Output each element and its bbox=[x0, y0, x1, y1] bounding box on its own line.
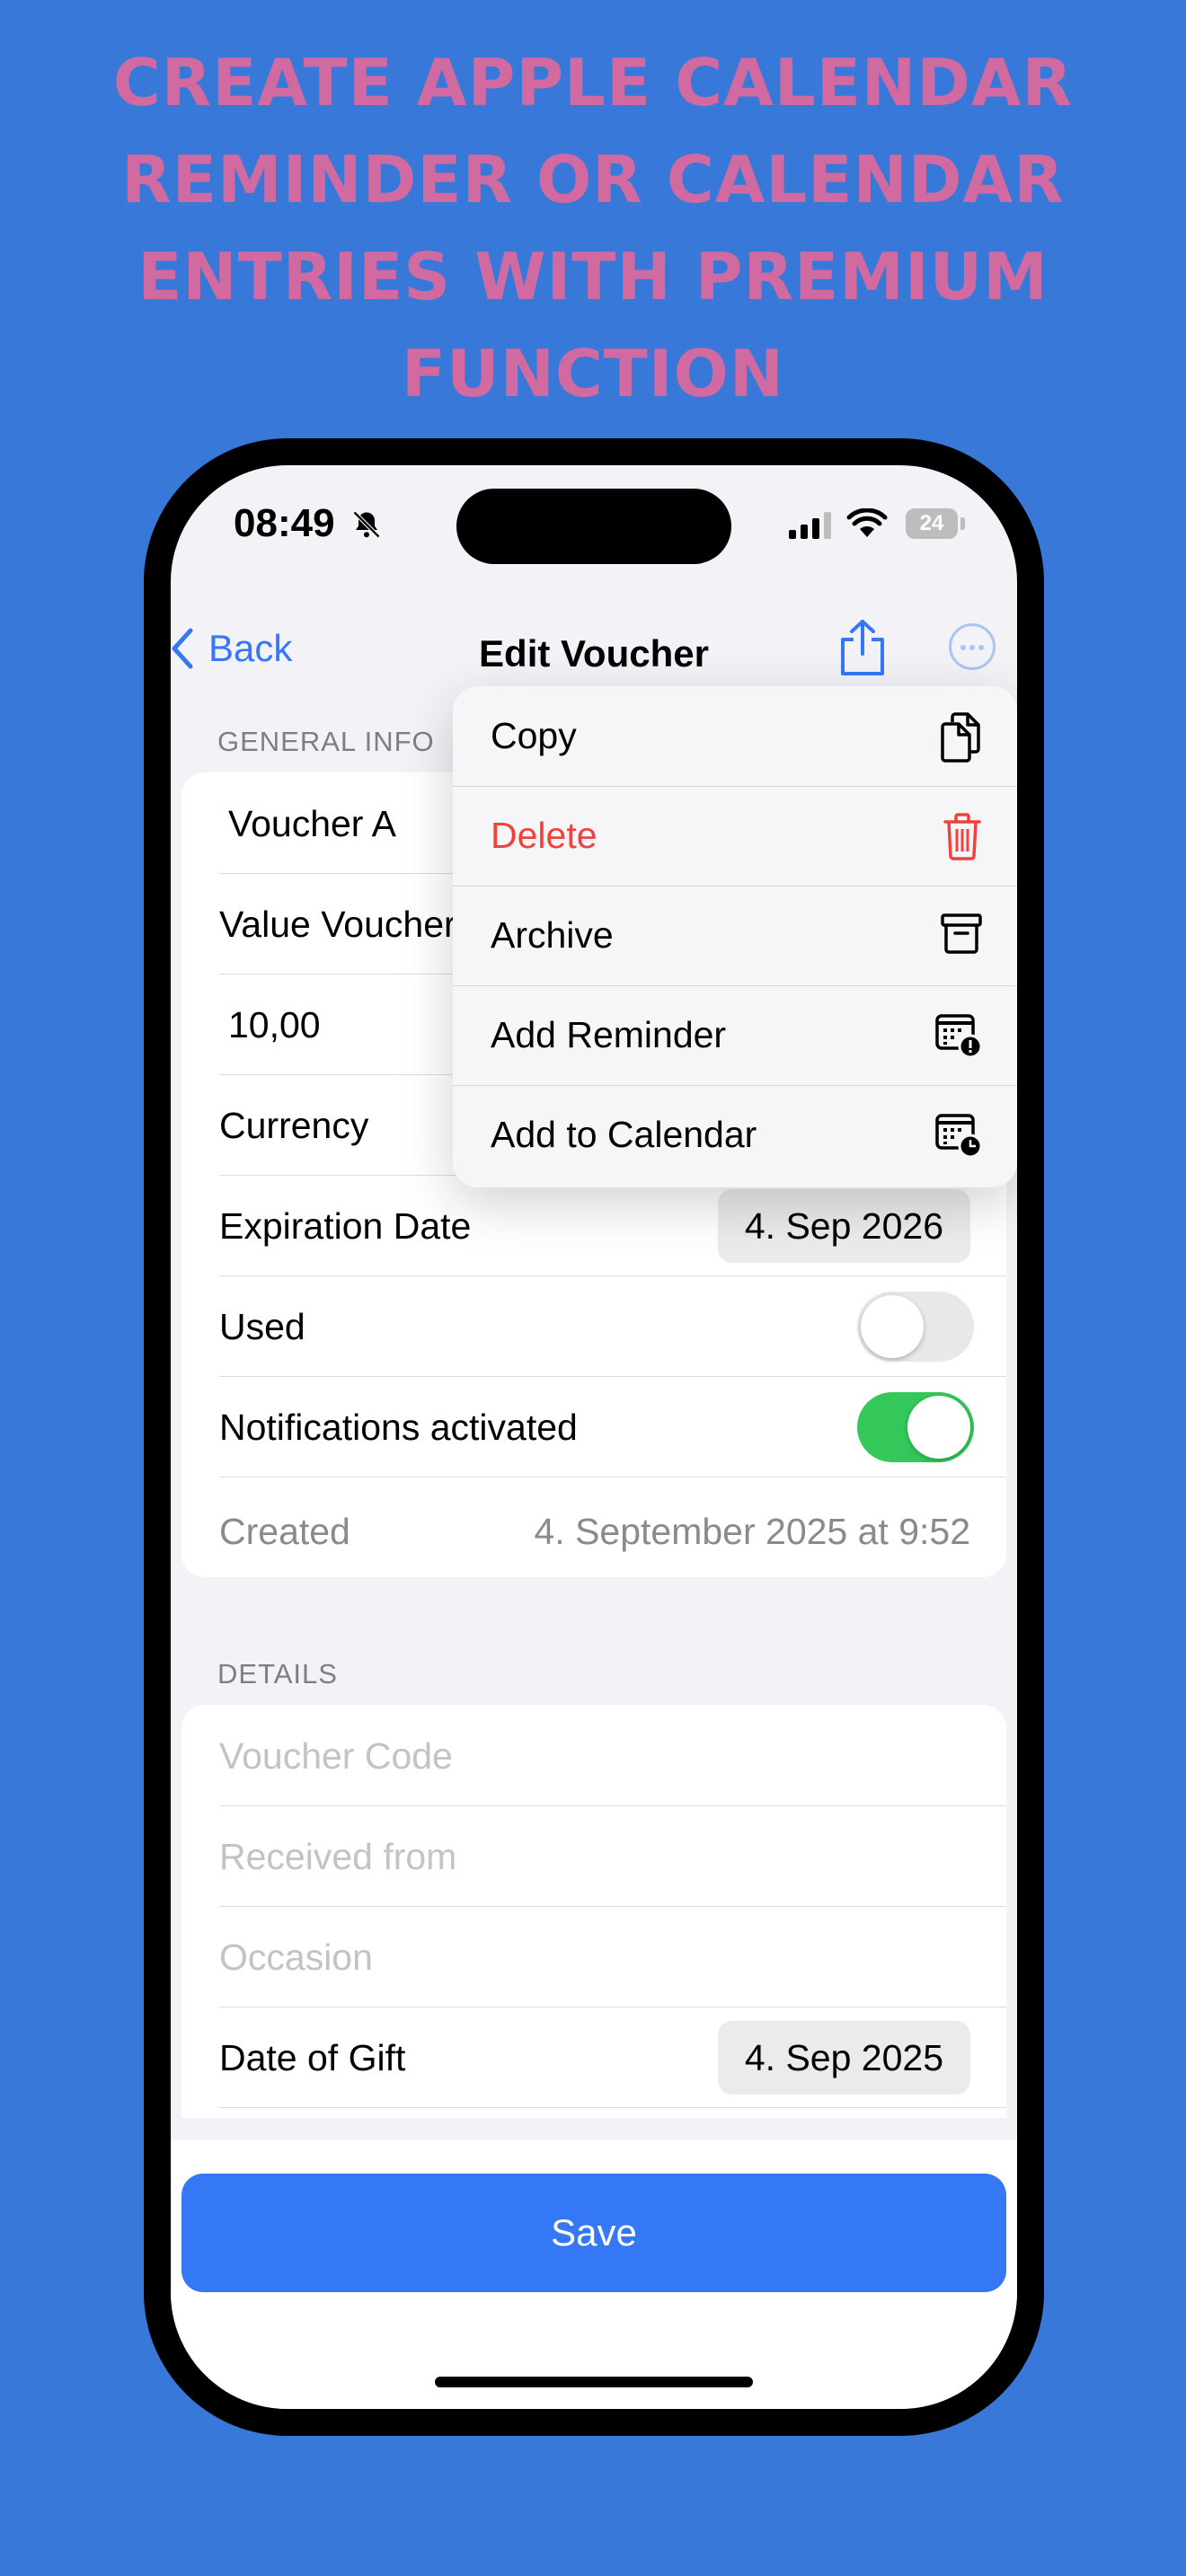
archive-icon bbox=[941, 913, 982, 954]
voucher-name-value: Voucher A bbox=[228, 803, 396, 844]
menu-item-delete[interactable]: Delete bbox=[453, 786, 1017, 887]
received-from-field[interactable]: Received from bbox=[219, 1805, 1006, 1907]
amount-value: 10,00 bbox=[228, 1004, 321, 1045]
notifications-row: Notifications activated bbox=[219, 1376, 1006, 1478]
battery-tip bbox=[960, 517, 965, 530]
share-icon[interactable] bbox=[837, 618, 888, 677]
voucher-code-field[interactable]: Voucher Code bbox=[219, 1705, 1006, 1806]
calendar-clock-icon bbox=[935, 1114, 983, 1159]
menu-item-archive[interactable]: Archive bbox=[453, 886, 1017, 986]
copy-icon bbox=[941, 712, 980, 763]
menu-item-label: Copy bbox=[491, 715, 577, 756]
created-value: 4. September 2025 at 9:52 bbox=[534, 1511, 970, 1552]
toggle-knob bbox=[861, 1295, 924, 1358]
gift-date-label: Date of Gift bbox=[219, 2037, 406, 2078]
signal-icon bbox=[789, 512, 831, 539]
created-row: Created 4. September 2025 at 9:52 bbox=[219, 1477, 1006, 1577]
received-from-placeholder: Received from bbox=[219, 1836, 457, 1877]
used-label: Used bbox=[219, 1306, 305, 1347]
status-time: 08:49 bbox=[234, 501, 335, 545]
more-icon[interactable] bbox=[949, 623, 996, 670]
expiration-date-picker[interactable]: 4. Sep 2026 bbox=[717, 1189, 970, 1263]
section-header-details: DETAILS bbox=[217, 1658, 338, 1689]
details-card: Voucher Code Received from Occasion Date… bbox=[181, 1705, 1006, 2118]
context-menu: Copy Delete Archive Add Reminder Add to … bbox=[453, 686, 1017, 1187]
notifications-toggle[interactable] bbox=[857, 1392, 974, 1462]
battery-icon: 24 bbox=[906, 508, 958, 539]
section-header-general: GENERAL INFO bbox=[217, 726, 435, 757]
menu-item-add-to-calendar[interactable]: Add to Calendar bbox=[453, 1085, 1017, 1185]
calendar-alert-icon bbox=[935, 1014, 983, 1059]
menu-item-label: Add Reminder bbox=[491, 1014, 727, 1055]
menu-item-label: Archive bbox=[491, 914, 614, 956]
promo-headline: CREATE APPLE CALENDAR REMINDER OR CALEND… bbox=[112, 45, 1074, 411]
menu-item-label: Delete bbox=[491, 815, 597, 856]
voucher-type-value: Value Voucher bbox=[219, 904, 456, 945]
gift-date-row: Date of Gift 4. Sep 2025 bbox=[219, 2007, 1006, 2108]
notifications-label: Notifications activated bbox=[219, 1407, 578, 1448]
status-bar: 08:49 24 bbox=[171, 465, 1017, 591]
occasion-placeholder: Occasion bbox=[219, 1936, 373, 1978]
expiration-date-row: Expiration Date 4. Sep 2026 bbox=[219, 1175, 1006, 1276]
occasion-field[interactable]: Occasion bbox=[219, 1906, 1006, 2007]
menu-item-copy[interactable]: Copy bbox=[453, 686, 1017, 787]
used-toggle[interactable] bbox=[857, 1292, 974, 1362]
wifi-icon bbox=[846, 508, 888, 537]
toggle-knob bbox=[907, 1396, 970, 1459]
menu-item-add-reminder[interactable]: Add Reminder bbox=[453, 985, 1017, 1086]
currency-label: Currency bbox=[219, 1105, 369, 1146]
voucher-code-placeholder: Voucher Code bbox=[219, 1735, 453, 1777]
dynamic-island bbox=[456, 489, 731, 564]
page-title: Edit Voucher bbox=[479, 632, 709, 675]
menu-item-label: Add to Calendar bbox=[491, 1114, 757, 1155]
bell-slash-icon bbox=[352, 510, 381, 539]
created-label: Created bbox=[219, 1511, 350, 1552]
expiration-date-label: Expiration Date bbox=[219, 1205, 472, 1247]
save-button[interactable]: Save bbox=[181, 2174, 1006, 2292]
trash-icon bbox=[943, 813, 981, 860]
home-indicator bbox=[435, 2377, 753, 2387]
used-row: Used bbox=[219, 1275, 1006, 1377]
phone-screen: 08:49 24 Back Edit Voucher GENERAL INFO … bbox=[171, 465, 1017, 2409]
gift-date-picker[interactable]: 4. Sep 2025 bbox=[717, 2021, 970, 2095]
